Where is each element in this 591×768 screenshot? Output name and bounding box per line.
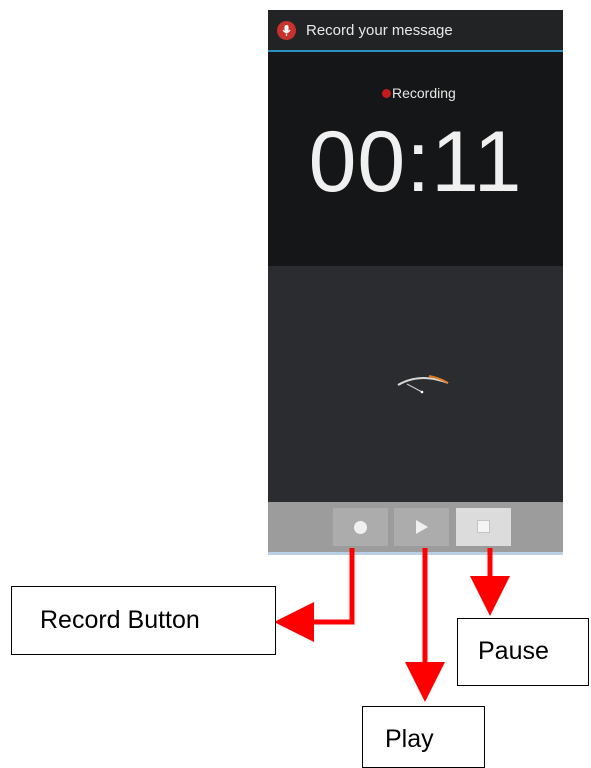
play-callout: Play: [362, 706, 485, 768]
record-arrow: [274, 548, 355, 642]
record-button-callout: Record Button: [11, 586, 276, 655]
pause-callout-label: Pause: [478, 637, 549, 665]
play-callout-label: Play: [385, 725, 434, 753]
record-callout-label: Record Button: [40, 606, 200, 634]
pause-callout: Pause: [457, 618, 589, 686]
